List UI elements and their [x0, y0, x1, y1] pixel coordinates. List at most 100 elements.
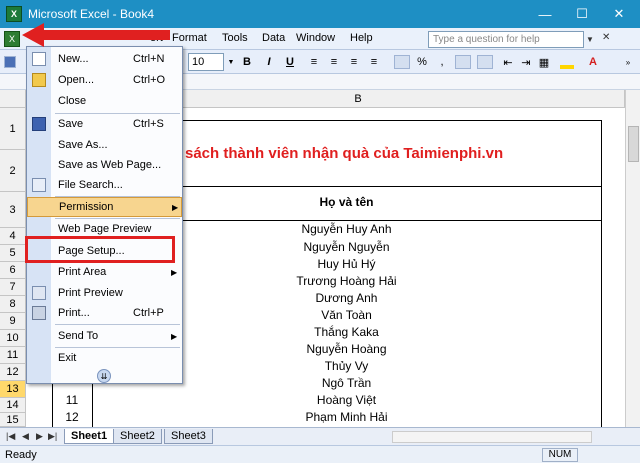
row-header[interactable]: 11	[0, 347, 26, 364]
menu-format[interactable]: Format	[172, 32, 207, 44]
red-arrow-icon	[22, 23, 170, 47]
first-sheet-icon[interactable]: |◀	[6, 431, 15, 442]
new-document-icon	[32, 52, 46, 66]
menu-item-permission[interactable]: Permission ▶	[27, 197, 182, 217]
horizontal-scrollbar[interactable]	[392, 431, 592, 443]
menu-item-label: Save	[58, 118, 84, 130]
menu-item-shortcut: Ctrl+S	[133, 118, 164, 130]
tab-sheet2[interactable]: Sheet2	[113, 429, 162, 444]
tab-sheet3[interactable]: Sheet3	[164, 429, 213, 444]
menu-item-label: Open...	[58, 74, 95, 86]
menu-item-file-search[interactable]: File Search...	[27, 175, 182, 195]
menu-item-print-preview[interactable]: Print Preview	[27, 283, 182, 303]
row-header[interactable]: 6	[0, 262, 26, 279]
menu-item-close[interactable]: Close	[27, 91, 182, 111]
menu-item-shortcut: Ctrl+O	[133, 74, 166, 86]
row-header-selected[interactable]: 13	[0, 381, 26, 398]
number-cell[interactable]: 11	[52, 391, 92, 408]
expand-menu-icon[interactable]: ⇊	[97, 369, 111, 383]
menu-item-exit[interactable]: Exit	[27, 348, 182, 368]
align-center-icon[interactable]: ≡	[326, 54, 342, 70]
decrease-decimal-icon[interactable]	[476, 54, 494, 70]
excel-app-icon[interactable]: X	[6, 6, 22, 22]
menu-help[interactable]: Help	[350, 32, 373, 44]
row-header[interactable]: 4	[0, 228, 26, 245]
align-left-icon[interactable]: ≡	[306, 54, 322, 70]
name-cell[interactable]: Phạm Minh Hải	[92, 408, 601, 425]
file-search-icon	[32, 178, 46, 192]
folder-icon	[32, 73, 46, 87]
select-all-corner[interactable]	[0, 90, 26, 108]
row-header[interactable]: 2	[0, 150, 26, 192]
menu-item-label: File Search...	[58, 179, 123, 191]
row-header[interactable]: 7	[0, 279, 26, 296]
menu-item-print-area[interactable]: Print Area ▶	[27, 262, 182, 282]
row-header[interactable]: 10	[0, 330, 26, 347]
scrollbar-thumb[interactable]	[628, 126, 639, 162]
minimize-icon[interactable]: —	[526, 0, 564, 28]
next-sheet-icon[interactable]: ▶	[36, 431, 43, 442]
fill-color-icon[interactable]	[558, 54, 576, 70]
menu-item-save-web[interactable]: Save as Web Page...	[27, 155, 182, 175]
ask-question-input[interactable]: Type a question for help	[428, 31, 584, 48]
row-header[interactable]: 1	[0, 108, 26, 150]
chevron-down-icon[interactable]: ▼	[226, 54, 236, 70]
menu-item-new[interactable]: New... Ctrl+N	[27, 49, 182, 69]
menu-item-shortcut: Ctrl+N	[133, 53, 165, 65]
vertical-scrollbar[interactable]	[625, 90, 640, 427]
menu-tools[interactable]: Tools	[222, 32, 248, 44]
font-size-field[interactable]: 10	[188, 53, 224, 71]
underline-button[interactable]: U	[283, 54, 297, 70]
italic-button[interactable]: I	[262, 54, 276, 70]
row-header[interactable]: 12	[0, 364, 26, 381]
menu-item-label: New...	[58, 53, 89, 65]
menu-item-open[interactable]: Open... Ctrl+O	[27, 70, 182, 90]
menu-item-shortcut: Ctrl+P	[133, 307, 164, 319]
menu-item-label: Permission	[59, 201, 114, 213]
menu-item-send-to[interactable]: Send To ▶	[27, 326, 182, 346]
toolbar-options-icon[interactable]: »	[622, 54, 634, 70]
submenu-arrow-icon: ▶	[171, 331, 178, 341]
row-header[interactable]: 3	[0, 192, 26, 228]
menu-window[interactable]: Window	[296, 32, 335, 44]
workbook-close-icon[interactable]: ✕	[602, 32, 610, 43]
tab-sheet1[interactable]: Sheet1	[64, 429, 115, 444]
prev-sheet-icon[interactable]: ◀	[22, 431, 29, 442]
menu-item-label: Print Area	[58, 266, 107, 278]
name-cell[interactable]: Hoàng Việt	[92, 391, 601, 408]
font-color-icon[interactable]: A	[584, 54, 602, 70]
merge-center-icon[interactable]: ≡	[366, 54, 382, 70]
bold-button[interactable]: B	[240, 54, 254, 70]
menu-item-label: Send To	[58, 330, 99, 342]
borders-icon[interactable]: ▦	[536, 54, 552, 70]
menu-data[interactable]: Data	[262, 32, 285, 44]
workbook-icon[interactable]: X	[4, 31, 20, 47]
decrease-indent-icon[interactable]: ⇤	[500, 54, 516, 70]
menu-item-print[interactable]: Print... Ctrl+P	[27, 303, 182, 323]
table-border	[601, 120, 602, 427]
row-header[interactable]: 8	[0, 296, 26, 313]
row-header[interactable]: 9	[0, 313, 26, 330]
number-cell[interactable]: 12	[52, 408, 92, 425]
row-header[interactable]: 5	[0, 245, 26, 262]
maximize-icon[interactable]: ☐	[563, 0, 601, 28]
increase-decimal-icon[interactable]	[454, 54, 472, 70]
chevron-down-icon[interactable]: ▼	[584, 31, 596, 48]
menu-item-save-as[interactable]: Save As...	[27, 135, 182, 155]
window-title: Microsoft Excel - Book4	[28, 7, 155, 21]
save-icon	[32, 117, 46, 131]
align-right-icon[interactable]: ≡	[346, 54, 362, 70]
close-icon[interactable]: ✕	[600, 0, 638, 28]
last-sheet-icon[interactable]: ▶|	[48, 431, 57, 442]
printer-icon	[32, 306, 46, 320]
comma-style-icon[interactable]: ,	[434, 54, 450, 70]
currency-icon[interactable]	[394, 54, 410, 70]
save-icon[interactable]	[4, 54, 16, 70]
menu-item-save[interactable]: Save Ctrl+S	[27, 114, 182, 134]
increase-indent-icon[interactable]: ⇥	[518, 54, 534, 70]
submenu-arrow-icon: ▶	[171, 267, 178, 277]
row-header[interactable]: 14	[0, 398, 26, 413]
percent-button[interactable]: %	[415, 54, 429, 70]
file-menu-dropdown: New... Ctrl+N Open... Ctrl+O Close Save …	[26, 46, 183, 384]
row-header[interactable]: 15	[0, 413, 26, 427]
